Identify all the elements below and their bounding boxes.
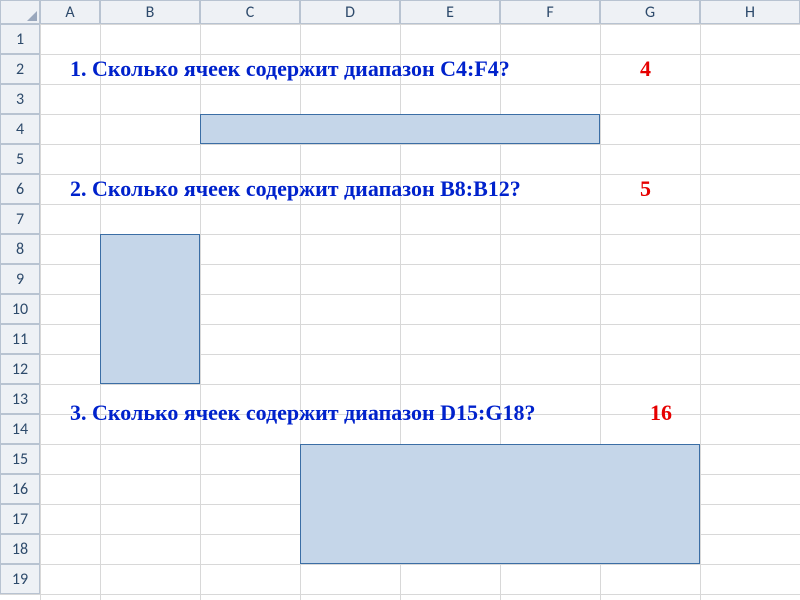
- row-header-1[interactable]: 1: [0, 24, 40, 54]
- row-header-17[interactable]: 17: [0, 504, 40, 534]
- row-header-12[interactable]: 12: [0, 354, 40, 384]
- col-header-H[interactable]: H: [700, 0, 800, 24]
- col-header-A[interactable]: A: [40, 0, 100, 24]
- question-1: 1. Сколько ячеек содержит диапазон C4:F4…: [70, 56, 510, 82]
- col-header-G[interactable]: G: [600, 0, 700, 24]
- row-header-3[interactable]: 3: [0, 84, 40, 114]
- col-header-C[interactable]: C: [200, 0, 300, 24]
- row-header-11[interactable]: 11: [0, 324, 40, 354]
- question-3: 3. Сколько ячеек содержит диапазон D15:G…: [70, 400, 535, 426]
- row-header-8[interactable]: 8: [0, 234, 40, 264]
- row-header-19[interactable]: 19: [0, 564, 40, 594]
- row-header-15[interactable]: 15: [0, 444, 40, 474]
- col-header-F[interactable]: F: [500, 0, 600, 24]
- row-header-4[interactable]: 4: [0, 114, 40, 144]
- answer-3: 16: [650, 400, 672, 426]
- row-header-16[interactable]: 16: [0, 474, 40, 504]
- row-header-13[interactable]: 13: [0, 384, 40, 414]
- select-all-corner[interactable]: [0, 0, 40, 24]
- row-header-10[interactable]: 10: [0, 294, 40, 324]
- range-C4-F4[interactable]: [200, 114, 600, 144]
- question-2: 2. Сколько ячеек содержит диапазон B8:B1…: [70, 176, 521, 202]
- row-header-2[interactable]: 2: [0, 54, 40, 84]
- row-header-6[interactable]: 6: [0, 174, 40, 204]
- row-header-7[interactable]: 7: [0, 204, 40, 234]
- col-header-D[interactable]: D: [300, 0, 400, 24]
- spreadsheet-view: A B C D E F G H 1 2 3 4 5 6 7 8 9 10 11 …: [0, 0, 800, 600]
- answer-2: 5: [640, 176, 651, 202]
- col-header-E[interactable]: E: [400, 0, 500, 24]
- row-header-14[interactable]: 14: [0, 414, 40, 444]
- answer-1: 4: [640, 56, 651, 82]
- row-header-18[interactable]: 18: [0, 534, 40, 564]
- col-header-B[interactable]: B: [100, 0, 200, 24]
- range-D15-G18[interactable]: [300, 444, 700, 564]
- row-header-5[interactable]: 5: [0, 144, 40, 174]
- range-B8-B12[interactable]: [100, 234, 200, 384]
- row-header-9[interactable]: 9: [0, 264, 40, 294]
